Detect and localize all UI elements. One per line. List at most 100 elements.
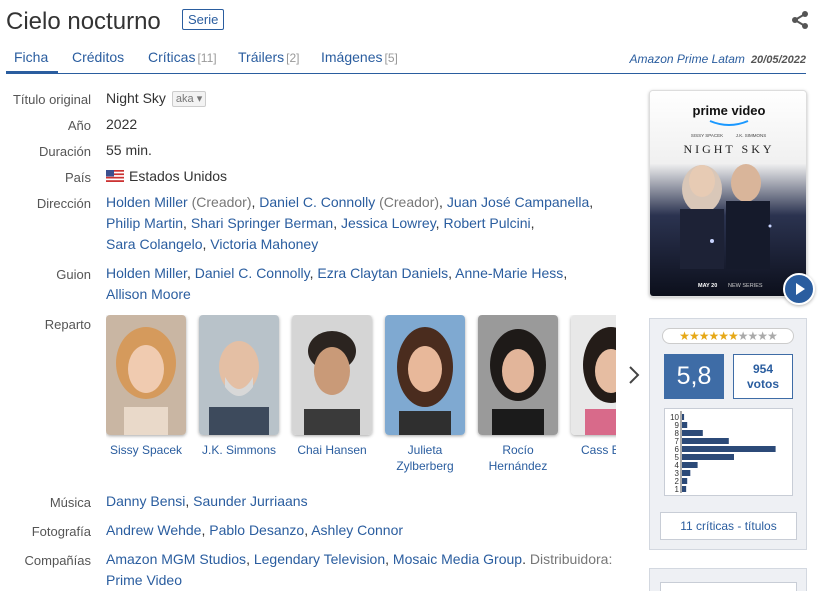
provider-date: 20/05/2022 <box>750 54 806 66</box>
star-empty-icon[interactable]: ★ <box>748 329 759 343</box>
script-value: Holden Miller, Daniel C. Connolly, Ezra … <box>106 265 568 302</box>
script-label: Guion <box>56 267 91 282</box>
tab-trailers[interactable]: Tráilers [2] <box>238 49 300 65</box>
star-filled-icon[interactable]: ★ <box>718 329 729 343</box>
cast-member[interactable]: Rocío Hernández <box>478 315 558 474</box>
writer-link[interactable]: Anne-Marie Hess <box>455 265 563 281</box>
histogram-bar <box>682 470 691 476</box>
share-icon[interactable] <box>790 10 810 30</box>
composer-link[interactable]: Saunder Jurriaans <box>193 493 307 509</box>
secondary-box-button[interactable] <box>660 582 797 591</box>
poster-actor1: SISSY SPACEK <box>691 133 723 138</box>
cast-member[interactable]: Cass B <box>571 315 616 458</box>
page-title: Cielo nocturno <box>6 8 161 35</box>
country-value: Estados Unidos <box>106 166 227 187</box>
cast-member[interactable]: J.K. Simmons <box>199 315 279 458</box>
star-filled-icon[interactable]: ★ <box>728 329 739 343</box>
histogram-bar <box>682 430 703 436</box>
tab-creditos[interactable]: Créditos <box>72 49 124 65</box>
histogram-bar <box>682 446 776 452</box>
histogram-bar <box>682 486 687 492</box>
cast-name[interactable]: Julieta Zylberberg <box>385 442 465 474</box>
director-link[interactable]: Daniel C. Connolly <box>259 194 375 210</box>
director-link[interactable]: Philip Martin <box>106 215 183 231</box>
cast-photo[interactable] <box>571 315 616 435</box>
photography-label: Fotografía <box>31 524 91 539</box>
company-link[interactable]: Mosaic Media Group <box>393 551 522 567</box>
provider-link[interactable]: Amazon Prime Latam <box>630 52 745 66</box>
chevron-right-icon[interactable] <box>626 364 642 386</box>
histogram-label: 1 <box>675 485 680 494</box>
star-filled-icon[interactable]: ★ <box>699 329 710 343</box>
poster[interactable]: prime video SISSY SPACEK J.K. SIMMONS NI… <box>649 90 807 297</box>
histogram-bar <box>682 478 688 484</box>
tab-imagenes[interactable]: Imágenes [5] <box>321 49 398 65</box>
photography-value: Andrew Wehde, Pablo Desanzo, Ashley Conn… <box>106 522 404 538</box>
cast-member[interactable]: Sissy Spacek <box>106 315 186 458</box>
cinematographer-link[interactable]: Andrew Wehde <box>106 522 201 538</box>
histogram-bar <box>682 414 685 420</box>
director-link[interactable]: Victoria Mahoney <box>210 236 318 252</box>
distributor-link[interactable]: Prime Video <box>106 572 182 588</box>
average-rating: 5,8 <box>664 354 724 399</box>
play-icon <box>796 283 805 295</box>
companies-value: Amazon MGM Studios, Legendary Television… <box>106 551 613 588</box>
cast-name[interactable]: Sissy Spacek <box>106 442 186 458</box>
tab-ficha[interactable]: Ficha <box>14 49 48 65</box>
tab-criticas[interactable]: Críticas [11] <box>148 49 217 65</box>
cast-name[interactable]: Cass B <box>571 442 616 458</box>
cast-photo[interactable] <box>385 315 465 435</box>
star-filled-icon[interactable]: ★ <box>679 329 690 343</box>
star-rating[interactable]: ★★★★★★★★★★ <box>662 328 794 344</box>
cinematographer-link[interactable]: Pablo Desanzo <box>209 522 304 538</box>
poster-date: MAY 20 <box>698 283 717 289</box>
cast-name[interactable]: Rocío Hernández <box>478 442 558 474</box>
country-label: País <box>64 170 91 185</box>
cast-member[interactable]: Julieta Zylberberg <box>385 315 465 474</box>
star-filled-icon[interactable]: ★ <box>689 329 700 343</box>
writer-link[interactable]: Holden Miller <box>106 265 187 281</box>
active-tab-indicator <box>6 71 58 74</box>
cast-name[interactable]: J.K. Simmons <box>199 442 279 458</box>
director-link[interactable]: Juan José Campanella <box>447 194 589 210</box>
play-trailer-button[interactable] <box>783 273 815 305</box>
star-empty-icon[interactable]: ★ <box>757 329 768 343</box>
writer-link[interactable]: Daniel C. Connolly <box>195 265 310 281</box>
writer-link[interactable]: Ezra Claytan Daniels <box>317 265 448 281</box>
title-header: Cielo nocturno Serie <box>6 6 812 38</box>
star-empty-icon[interactable]: ★ <box>738 329 749 343</box>
composer-link[interactable]: Danny Bensi <box>106 493 185 509</box>
direction-label: Dirección <box>36 196 91 211</box>
critics-link[interactable]: 11 críticas - títulos <box>660 512 797 540</box>
cast-photo[interactable] <box>199 315 279 435</box>
star-empty-icon[interactable]: ★ <box>767 329 778 343</box>
cast-photo[interactable] <box>292 315 372 435</box>
direction-value: Holden Miller (Creador), Daniel C. Conno… <box>106 194 594 252</box>
companies-label: Compañías <box>24 553 91 568</box>
year-label: Año <box>67 118 91 133</box>
aka-dropdown[interactable]: aka ▾ <box>171 91 207 108</box>
director-link[interactable]: Shari Springer Berman <box>191 215 333 231</box>
us-flag-icon <box>106 170 124 182</box>
director-link[interactable]: Holden Miller <box>106 194 188 210</box>
cast-photo[interactable] <box>106 315 186 435</box>
cast-name[interactable]: Chai Hansen <box>292 442 372 458</box>
director-link[interactable]: Sara Colangelo <box>106 236 203 252</box>
company-link[interactable]: Amazon MGM Studios <box>106 551 246 567</box>
company-link[interactable]: Legendary Television <box>254 551 385 567</box>
cast-member[interactable]: Chai Hansen <box>292 315 372 458</box>
duration-label: Duración <box>38 144 91 159</box>
cast-photo[interactable] <box>478 315 558 435</box>
music-value: Danny Bensi, Saunder Jurriaans <box>106 493 308 509</box>
secondary-box <box>649 568 807 591</box>
director-link[interactable]: Jessica Lowrey <box>341 215 436 231</box>
vote-count[interactable]: 954 votos <box>733 354 793 399</box>
director-link[interactable]: Robert Pulcini <box>443 215 530 231</box>
cinematographer-link[interactable]: Ashley Connor <box>311 522 403 538</box>
star-filled-icon[interactable]: ★ <box>708 329 719 343</box>
rating-histogram: 10 9 8 7 6 5 4 3 2 1 <box>664 408 793 496</box>
cast-label: Reparto <box>44 317 91 332</box>
music-label: Música <box>49 495 91 510</box>
country-name: Estados Unidos <box>129 168 228 184</box>
writer-link[interactable]: Allison Moore <box>106 286 191 302</box>
